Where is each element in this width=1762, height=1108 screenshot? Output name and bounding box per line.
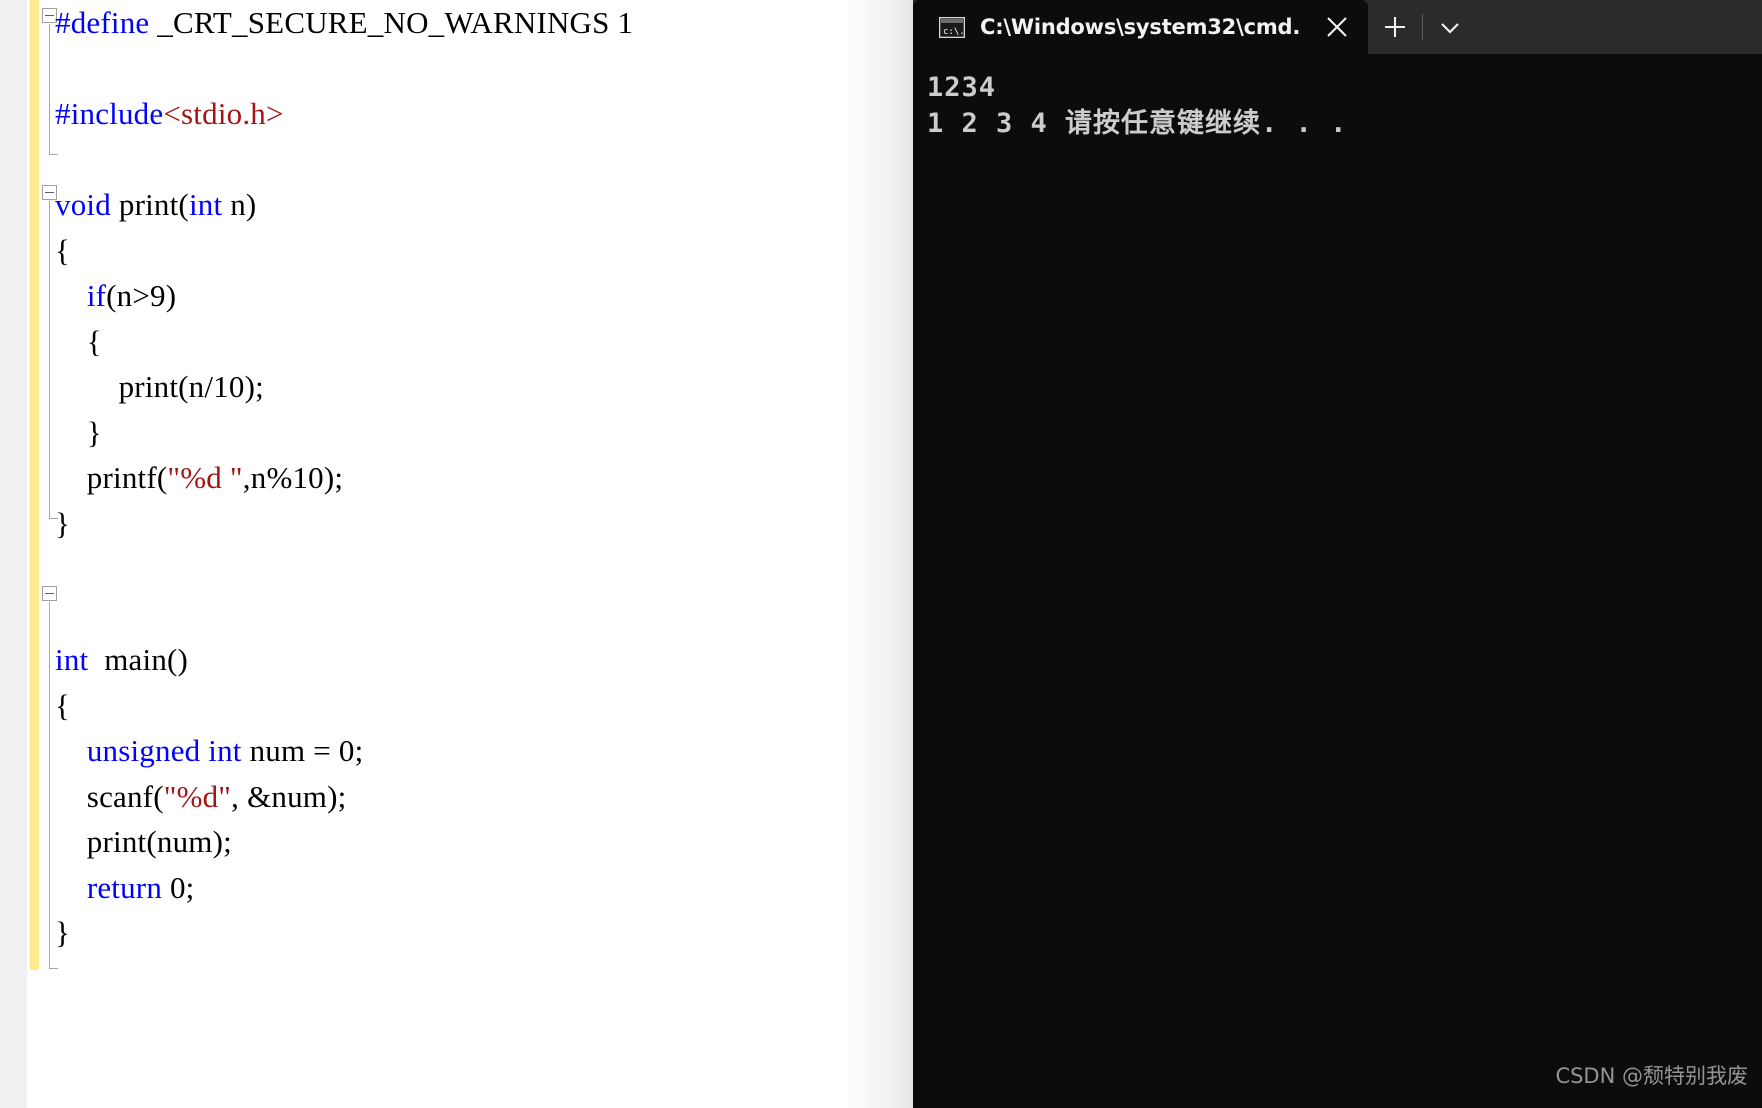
terminal-output-area[interactable]: 1234 1 2 3 4 请按任意键继续. . . bbox=[913, 54, 1762, 1108]
code-token-str: <stdio.h> bbox=[163, 96, 284, 131]
fold-bracket-line-main bbox=[49, 602, 50, 968]
code-editor-pane[interactable]: #define _CRT_SECURE_NO_WARNINGS 1 #inclu… bbox=[0, 0, 913, 1108]
code-token-plain: } bbox=[55, 915, 71, 950]
terminal-tab-title: C:\Windows\system32\cmd.e: bbox=[980, 15, 1300, 39]
code-token-str: "%d" bbox=[163, 778, 232, 814]
code-token-plain: print(num); bbox=[55, 824, 232, 859]
csdn-watermark: CSDN @颓特别我废 bbox=[1555, 1064, 1748, 1088]
terminal-tab-strip: c:\. C:\Windows\system32\cmd.e: bbox=[913, 0, 1368, 54]
code-line: } bbox=[55, 410, 633, 456]
code-token-plain: (n>9) bbox=[106, 278, 177, 313]
code-line: { bbox=[55, 683, 633, 729]
code-token-str: "%d " bbox=[167, 460, 243, 495]
code-token-plain: _CRT_SECURE_NO_WARNINGS 1 bbox=[149, 5, 634, 40]
code-line: int main() bbox=[55, 637, 633, 683]
code-token-plain: { bbox=[55, 687, 71, 723]
editor-edge-shadow bbox=[843, 0, 913, 1108]
fold-bracket-line-define bbox=[49, 24, 50, 154]
code-token-plain: , &num); bbox=[231, 778, 347, 814]
code-token-plain: n) bbox=[222, 187, 257, 222]
code-token-plain: ,n%10); bbox=[242, 460, 344, 495]
code-token-plain: print(n/10); bbox=[55, 369, 264, 404]
code-token-plain: num = 0; bbox=[241, 733, 364, 768]
svg-text:c:\.: c:\. bbox=[943, 27, 965, 37]
code-token-plain: { bbox=[55, 323, 102, 359]
fold-bracket-line-print bbox=[49, 201, 50, 518]
code-line: printf("%d ",n%10); bbox=[55, 455, 633, 501]
code-line: { bbox=[55, 228, 633, 274]
code-line: print(num); bbox=[55, 819, 633, 865]
code-line: } bbox=[55, 501, 633, 547]
source-code-text[interactable]: #define _CRT_SECURE_NO_WARNINGS 1 #inclu… bbox=[55, 0, 633, 956]
code-line: #include<stdio.h> bbox=[55, 91, 633, 137]
code-line: scanf("%d", &num); bbox=[55, 774, 633, 820]
code-token-plain: printf( bbox=[55, 460, 168, 495]
editor-selection-margin[interactable] bbox=[0, 0, 27, 1108]
code-token-plain: } bbox=[55, 414, 102, 450]
code-line: { bbox=[55, 319, 633, 365]
new-tab-icon[interactable] bbox=[1368, 0, 1422, 54]
unsaved-change-bar bbox=[30, 0, 39, 970]
code-token-plain: scanf( bbox=[55, 778, 164, 814]
fold-bracket-foot-main bbox=[49, 968, 58, 969]
terminal-output-line: 1234 bbox=[927, 72, 997, 103]
code-token-plain: main() bbox=[88, 642, 189, 677]
chevron-down-icon[interactable] bbox=[1423, 0, 1477, 54]
code-line: unsigned int num = 0; bbox=[55, 728, 633, 774]
code-line: } bbox=[55, 910, 633, 956]
code-token-kw: int bbox=[55, 642, 89, 677]
code-line: print(n/10); bbox=[55, 364, 633, 410]
terminal-title-bar[interactable]: c:\. C:\Windows\system32\cmd.e: bbox=[913, 0, 1762, 54]
code-token-kw: int bbox=[188, 187, 223, 222]
code-line: if(n>9) bbox=[55, 273, 633, 319]
code-token-kw: void bbox=[55, 187, 111, 222]
close-icon[interactable] bbox=[1314, 4, 1360, 50]
code-token-kw: unsigned int bbox=[86, 733, 242, 768]
code-token-kw: #define bbox=[55, 5, 150, 40]
code-token-plain: print( bbox=[110, 187, 189, 222]
code-line: #define _CRT_SECURE_NO_WARNINGS 1 bbox=[55, 0, 633, 46]
terminal-output-line: 1 2 3 4 请按任意键继续. . . bbox=[927, 108, 1348, 139]
code-token-kw: #include bbox=[55, 96, 164, 131]
code-token-plain: } bbox=[55, 505, 71, 541]
code-token-kw: return bbox=[86, 869, 163, 905]
code-line: return 0; bbox=[55, 865, 633, 911]
code-token-plain: { bbox=[55, 232, 71, 268]
terminal-tab-cmd[interactable]: c:\. C:\Windows\system32\cmd.e: bbox=[913, 0, 1368, 54]
windows-terminal-window[interactable]: c:\. C:\Windows\system32\cmd.e: 1234 1 2… bbox=[913, 0, 1762, 1108]
code-token-kw: if bbox=[86, 278, 107, 313]
cmd-console-icon: c:\. bbox=[938, 16, 966, 38]
code-line: void print(int n) bbox=[55, 182, 633, 228]
code-token-plain: 0; bbox=[162, 869, 195, 905]
